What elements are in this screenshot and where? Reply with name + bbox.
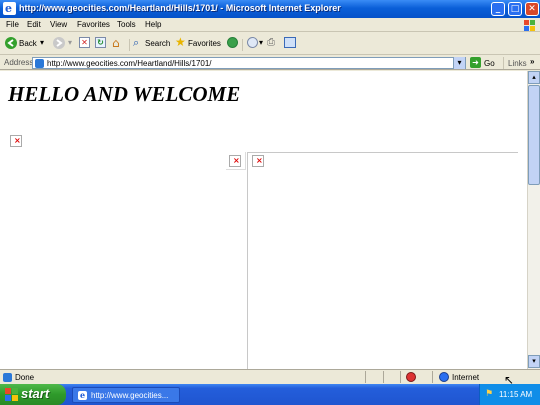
history-icon[interactable] xyxy=(247,37,258,48)
menu-tools[interactable]: Tools xyxy=(117,20,136,29)
media-icon[interactable] xyxy=(227,37,238,48)
windows-flag-icon xyxy=(519,18,539,32)
home-icon[interactable]: ⌂ xyxy=(112,36,125,50)
status-separator xyxy=(365,371,366,383)
status-separator xyxy=(400,371,401,383)
zone-label: Internet xyxy=(452,373,480,382)
content-frame xyxy=(247,152,518,369)
status-separator xyxy=(432,371,433,383)
broken-image-icon: × xyxy=(229,155,241,167)
taskbar-ie-label: http://www.geocities... xyxy=(91,391,169,400)
taskbar-ie-window[interactable]: e http://www.geocities... xyxy=(72,387,180,403)
print-icon[interactable]: ⎙ xyxy=(267,37,278,48)
back-button[interactable]: Back xyxy=(19,39,37,48)
toolbar-separator xyxy=(242,39,243,51)
windows-flag-icon xyxy=(5,388,18,401)
popup-blocked-icon[interactable] xyxy=(406,372,416,382)
start-label: start xyxy=(21,386,50,401)
edit-page-icon[interactable] xyxy=(284,37,296,48)
menu-file[interactable]: File xyxy=(6,20,19,29)
stop-icon[interactable]: ✕ xyxy=(79,37,90,48)
refresh-icon[interactable]: ↻ xyxy=(95,37,106,48)
forward-arrow-icon[interactable] xyxy=(53,37,65,49)
network-icon[interactable]: ⚑ xyxy=(485,389,495,399)
maximize-button[interactable]: □ xyxy=(508,2,522,16)
menu-favorites[interactable]: Favorites xyxy=(77,20,110,29)
go-button[interactable]: Go xyxy=(484,59,495,68)
address-dropdown-icon[interactable]: ▾ xyxy=(453,57,465,69)
back-arrow-icon[interactable] xyxy=(5,37,17,49)
back-dropdown-icon[interactable]: ▾ xyxy=(40,38,44,47)
scroll-thumb[interactable] xyxy=(528,85,540,185)
links-separator xyxy=(503,57,504,69)
system-tray: ⚑ 11:15 AM xyxy=(479,384,540,405)
status-bar: Done Internet ↖ xyxy=(0,369,540,387)
address-label: Address xyxy=(4,58,34,67)
vertical-scrollbar[interactable]: ▴ ▾ xyxy=(527,71,540,369)
address-url[interactable]: http://www.geocities.com/Heartland/Hills… xyxy=(47,59,212,68)
page-heading: HELLO AND WELCOME xyxy=(8,82,241,106)
favorites-button[interactable]: Favorites xyxy=(188,39,221,48)
ie-icon: e xyxy=(78,390,87,400)
scroll-up-icon[interactable]: ▴ xyxy=(528,71,540,84)
status-text: Done xyxy=(15,373,35,382)
search-icon[interactable]: ⌕ xyxy=(133,36,139,50)
menu-view[interactable]: View xyxy=(50,20,67,29)
title-bar[interactable]: e http://www.geocities.com/Heartland/Hil… xyxy=(0,0,540,18)
links-chevron-icon[interactable]: » xyxy=(530,57,534,66)
links-button[interactable]: Links xyxy=(508,59,527,68)
go-arrow-icon[interactable]: ➜ xyxy=(470,57,481,68)
start-button[interactable]: start xyxy=(0,384,66,405)
menu-help[interactable]: Help xyxy=(145,20,161,29)
minimize-button[interactable]: _ xyxy=(491,2,505,16)
standard-toolbar: Back ▾ ▾ ✕ ↻ ⌂ ⌕ Search ★ Favorites ▾ ⎙ xyxy=(0,33,540,55)
page-icon xyxy=(35,59,44,68)
ie-icon: e xyxy=(3,2,16,15)
forward-dropdown-icon[interactable]: ▾ xyxy=(68,38,72,47)
favorites-star-icon[interactable]: ★ xyxy=(175,35,186,49)
scroll-down-icon[interactable]: ▾ xyxy=(528,355,540,368)
toolbar-separator xyxy=(129,39,130,51)
broken-image-icon: × xyxy=(10,135,22,147)
address-input[interactable]: http://www.geocities.com/Heartland/Hills… xyxy=(32,57,466,69)
close-button[interactable]: ✕ xyxy=(525,2,539,16)
internet-zone-icon xyxy=(439,372,449,382)
status-separator xyxy=(383,371,384,383)
broken-image-icon: × xyxy=(252,155,264,167)
window-title: http://www.geocities.com/Heartland/Hills… xyxy=(19,3,341,13)
search-button[interactable]: Search xyxy=(145,39,170,48)
menu-edit[interactable]: Edit xyxy=(27,20,41,29)
menu-bar: File Edit View Favorites Tools Help xyxy=(0,18,540,32)
page-done-icon xyxy=(3,373,12,382)
history-dropdown-icon[interactable]: ▾ xyxy=(259,38,263,47)
clock[interactable]: 11:15 AM xyxy=(499,390,532,399)
